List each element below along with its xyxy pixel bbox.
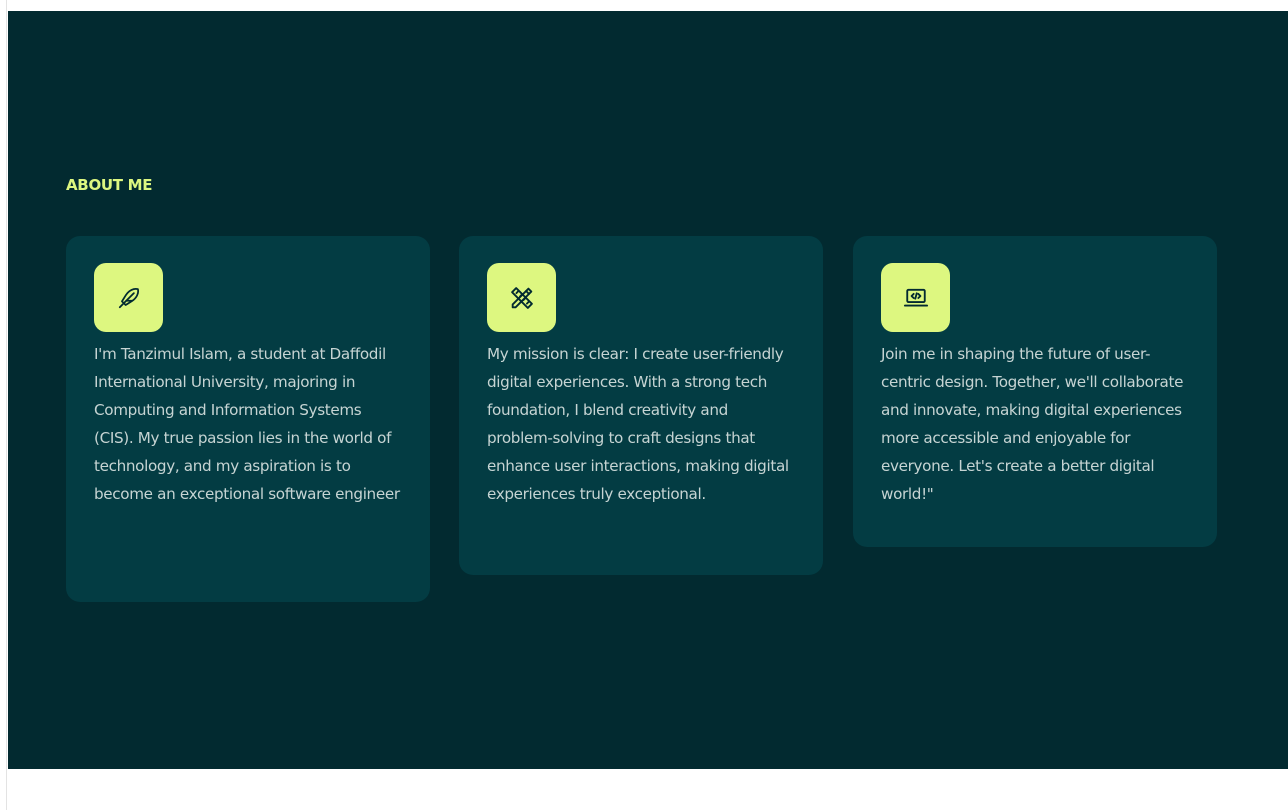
section-title: ABOUT ME	[66, 176, 153, 194]
page-edge-divider	[6, 0, 7, 810]
icon-badge	[881, 263, 950, 332]
pencil-ruler-icon	[510, 286, 533, 309]
feather-icon	[118, 287, 139, 308]
icon-badge	[487, 263, 556, 332]
card-text: My mission is clear: I create user-frien…	[487, 345, 789, 503]
about-section: ABOUT ME I'm Tanzimul Islam, a student a…	[8, 11, 1288, 769]
icon-badge	[94, 263, 163, 332]
about-card-mission: My mission is clear: I create user-frien…	[459, 236, 823, 575]
page: ABOUT ME I'm Tanzimul Islam, a student a…	[0, 0, 1288, 810]
card-text: I'm Tanzimul Islam, a student at Daffodi…	[94, 345, 400, 503]
laptop-code-icon	[903, 288, 928, 307]
about-card-education: I'm Tanzimul Islam, a student at Daffodi…	[66, 236, 430, 602]
card-text: Join me in shaping the future of user-ce…	[881, 345, 1184, 503]
about-card-vision: Join me in shaping the future of user-ce…	[853, 236, 1217, 547]
